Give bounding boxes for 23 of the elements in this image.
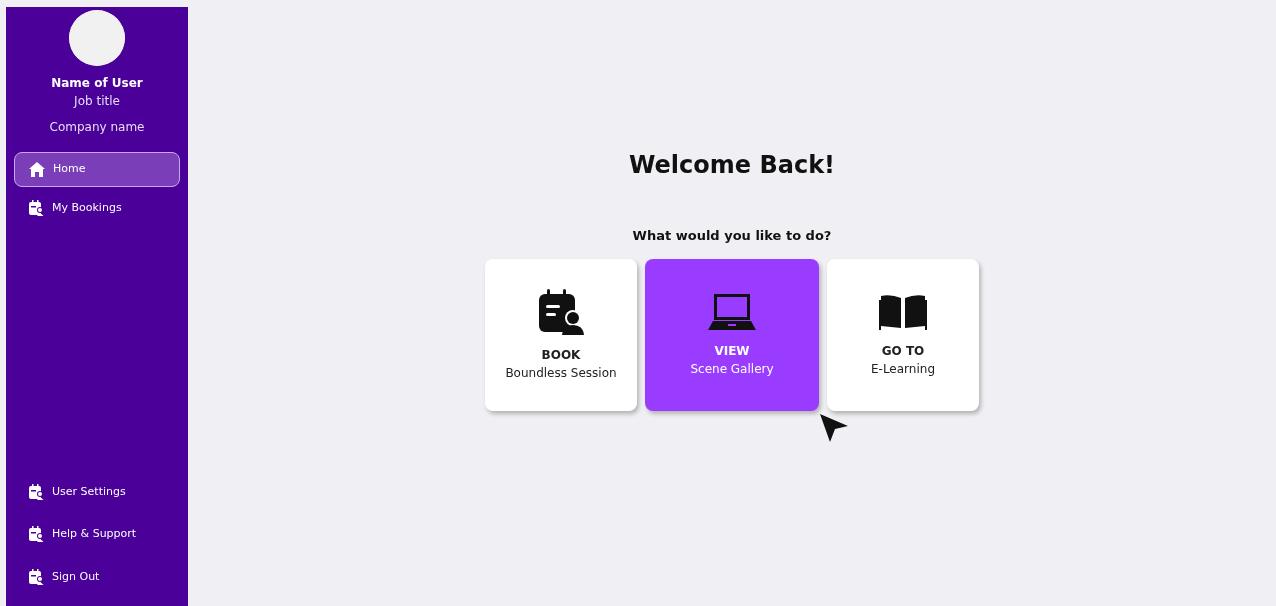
- nav-item[interactable]: User Settings: [14, 474, 180, 509]
- nav-item[interactable]: Sign Out: [14, 559, 180, 594]
- action-card[interactable]: GO TO E-Learning: [827, 259, 979, 412]
- calendar-user-icon: [29, 199, 44, 216]
- calendar-user-icon: [29, 568, 44, 585]
- calendar-user-icon: [29, 526, 44, 543]
- prompt-text: What would you like to do?: [632, 226, 832, 245]
- calendar-user-icon: [29, 483, 44, 500]
- company-name: Company name: [48, 119, 146, 136]
- user-name: Name of User: [50, 75, 144, 92]
- nav-item[interactable]: My Bookings: [14, 190, 180, 225]
- avatar-icon: [69, 10, 125, 66]
- cursor-icon: [818, 412, 850, 444]
- nav-item[interactable]: Home: [14, 152, 180, 187]
- laptop-icon: [708, 292, 756, 333]
- action-card[interactable]: VIEW Scene Gallery: [645, 259, 819, 412]
- job-title: Job title: [72, 93, 121, 110]
- calendar-user-icon: [537, 288, 585, 337]
- nav-item[interactable]: Help & Support: [14, 517, 180, 552]
- home-icon: [29, 161, 45, 177]
- welcome-heading: Welcome Back!: [628, 151, 836, 180]
- action-card[interactable]: BOOK Boundless Session: [485, 259, 637, 412]
- book-icon: [879, 292, 927, 333]
